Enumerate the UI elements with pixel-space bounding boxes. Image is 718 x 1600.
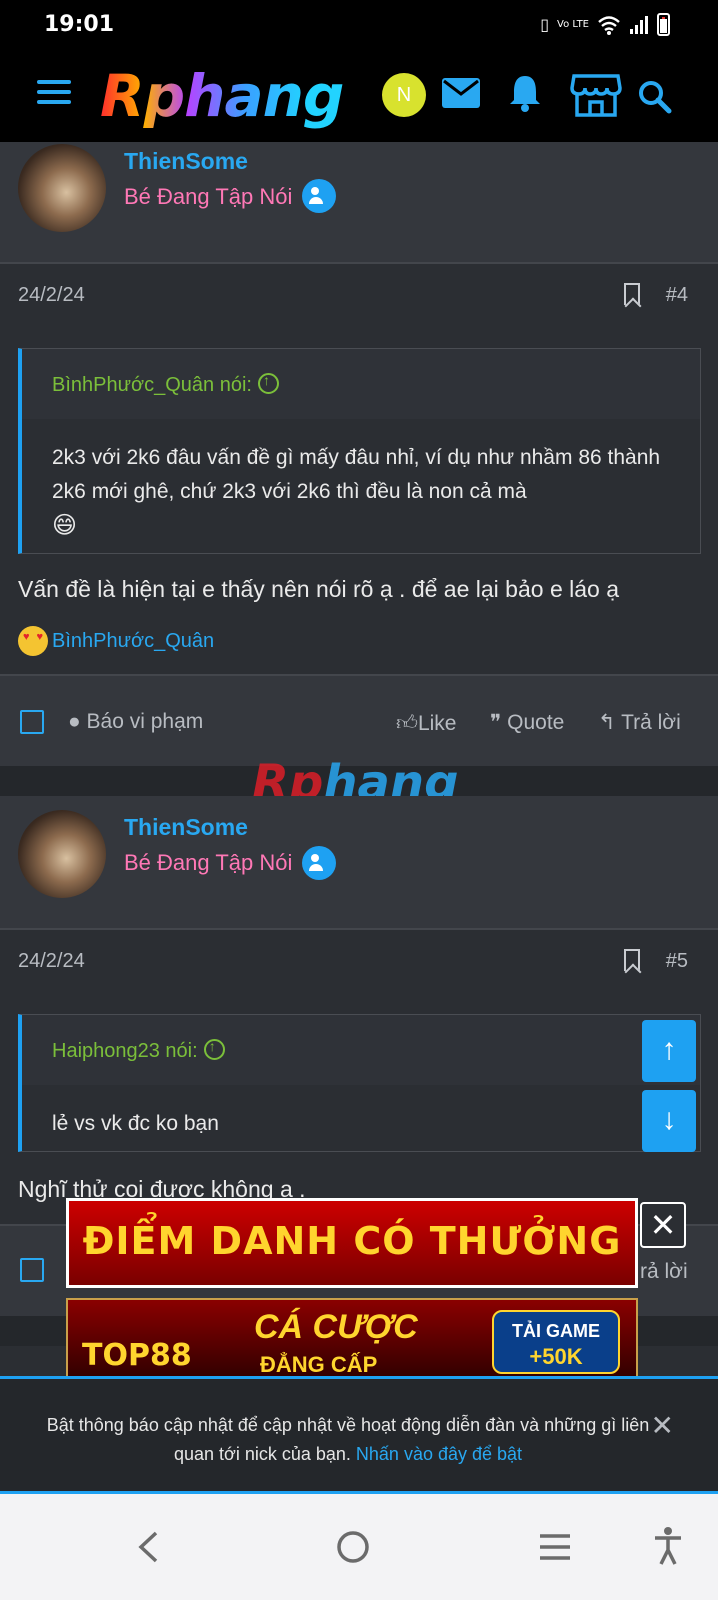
ad-brand: TOP88 bbox=[82, 1338, 192, 1373]
enable-notifications-link[interactable]: Nhấn vào đây để bật bbox=[356, 1444, 522, 1464]
store-icon[interactable] bbox=[570, 72, 622, 118]
thumbs-up-icon: 👍︎ bbox=[396, 712, 418, 735]
quote-block: BìnhPhước_Quân nói: 2k3 với 2k6 đâu vấn … bbox=[18, 348, 701, 554]
ad-cta-line1: TẢI GAME bbox=[512, 1321, 600, 1341]
post-author-block: ThienSome Bé Đang Tập Nói bbox=[0, 796, 718, 928]
status-bar: 19:01 ▯ Vo LTE bbox=[0, 0, 718, 50]
go-to-quote-icon[interactable] bbox=[203, 1038, 225, 1060]
bookmark-icon[interactable] bbox=[624, 949, 640, 971]
divider bbox=[0, 262, 718, 264]
ad-banner-top88[interactable]: TOP88 CÁ CƯỢC ĐẲNG CẤP TẢI GAME +50K bbox=[66, 1298, 638, 1378]
user-avatar-button[interactable]: N bbox=[382, 73, 426, 117]
select-post-checkbox[interactable] bbox=[20, 1258, 44, 1282]
post-author-avatar[interactable] bbox=[18, 144, 106, 232]
post-date[interactable]: 24/2/24 bbox=[18, 284, 85, 307]
scroll-down-button[interactable]: ↓ bbox=[642, 1090, 696, 1152]
push-notification-prompt: Bật thông báo cập nhật để cập nhật về ho… bbox=[0, 1376, 718, 1494]
bell-icon[interactable] bbox=[508, 74, 542, 112]
verified-user-icon bbox=[302, 179, 336, 213]
wifi-icon bbox=[598, 15, 620, 35]
report-label: Báo vi phạm bbox=[86, 710, 204, 733]
post-author-title: Bé Đang Tập Nói bbox=[124, 850, 293, 875]
quote-author[interactable]: Haiphong23 nói: bbox=[52, 1040, 198, 1062]
reply-label: Trả lời bbox=[621, 711, 681, 734]
scroll-up-button[interactable]: ↑ bbox=[642, 1020, 696, 1082]
heart-eyes-emoji-icon bbox=[18, 626, 48, 656]
post-author-name[interactable]: ThienSome bbox=[124, 814, 248, 841]
reply-icon: ↰ bbox=[598, 711, 616, 734]
ad-banner-checkin-text: ĐIỂM DANH CÓ THƯỞNG bbox=[82, 1219, 622, 1263]
status-icons: ▯ Vo LTE bbox=[540, 13, 670, 36]
ad-close-button[interactable]: ✕ bbox=[640, 1202, 686, 1248]
battery-icon bbox=[657, 13, 670, 36]
quote-icon: ❞ bbox=[490, 711, 502, 734]
quote-label: Quote bbox=[507, 711, 565, 734]
quote-author[interactable]: BìnhPhước_Quân nói: bbox=[52, 374, 252, 396]
reaction-user[interactable]: BìnhPhước_Quân bbox=[52, 630, 214, 653]
accessibility-icon[interactable] bbox=[652, 1526, 684, 1566]
close-icon[interactable]: ✕ bbox=[651, 1409, 674, 1442]
clock: 19:01 bbox=[44, 12, 115, 37]
ad-cta-line2: +50K bbox=[529, 1344, 583, 1369]
volte-icon: Vo LTE bbox=[557, 18, 589, 30]
reply-button[interactable]: rả lời bbox=[640, 1260, 688, 1284]
ad-cta: TẢI GAME +50K bbox=[492, 1310, 620, 1374]
post-message: Vấn đề là hiện tại e thấy nên nói rõ ạ .… bbox=[18, 576, 619, 602]
quote-text: 2k3 với 2k6 đâu vấn đề gì mấy đâu nhỉ, v… bbox=[52, 446, 661, 503]
post-number[interactable]: #5 bbox=[666, 950, 688, 973]
report-button[interactable]: ● Báo vi phạm bbox=[68, 710, 203, 734]
bookmark-icon[interactable] bbox=[624, 283, 640, 305]
laughing-emoji-icon: 😄 bbox=[52, 512, 78, 539]
cell-signal-icon bbox=[630, 15, 648, 34]
ad-banner-checkin[interactable]: ĐIỂM DANH CÓ THƯỞNG bbox=[66, 1198, 638, 1288]
system-navigation-bar bbox=[0, 1494, 718, 1600]
like-label: Like bbox=[417, 712, 457, 735]
quote-header[interactable]: BìnhPhước_Quân nói: bbox=[22, 349, 700, 419]
back-icon[interactable] bbox=[136, 1530, 160, 1564]
quote-block: Haiphong23 nói: lẻ vs vk đc ko bạn bbox=[18, 1014, 701, 1152]
post-action-bar: ● Báo vi phạm 👍︎Like ❞ Quote ↰ Trả lời bbox=[0, 674, 718, 766]
quote-body: lẻ vs vk đc ko bạn bbox=[22, 1085, 700, 1163]
notification-message: Bật thông báo cập nhật để cập nhật về ho… bbox=[38, 1411, 658, 1469]
menu-icon[interactable] bbox=[37, 80, 71, 108]
select-post-checkbox[interactable] bbox=[20, 710, 44, 734]
post-number[interactable]: #4 bbox=[666, 284, 688, 307]
quote-button[interactable]: ❞ Quote bbox=[490, 710, 564, 735]
quote-body: 2k3 với 2k6 đâu vấn đề gì mấy đâu nhỉ, v… bbox=[22, 419, 700, 566]
post-author-title: Bé Đang Tập Nói bbox=[124, 184, 293, 209]
post-author-block: ThienSome Bé Đang Tập Nói bbox=[0, 142, 718, 262]
quote-text: lẻ vs vk đc ko bạn bbox=[52, 1112, 219, 1135]
verified-user-icon bbox=[302, 846, 336, 880]
vibrate-icon: ▯ bbox=[540, 15, 550, 34]
quote-header[interactable]: Haiphong23 nói: bbox=[22, 1015, 700, 1085]
home-icon[interactable] bbox=[336, 1530, 370, 1564]
recent-apps-icon[interactable] bbox=[538, 1532, 572, 1562]
notification-text: Bật thông báo cập nhật để cập nhật về ho… bbox=[46, 1415, 650, 1464]
reply-button[interactable]: ↰ Trả lời bbox=[598, 710, 681, 735]
search-icon[interactable] bbox=[638, 80, 672, 114]
reaction-summary[interactable]: BìnhPhước_Quân bbox=[18, 626, 214, 656]
report-icon: ● bbox=[68, 710, 81, 733]
ad-headline: CÁ CƯỢC bbox=[254, 1308, 418, 1346]
post-date[interactable]: 24/2/24 bbox=[18, 950, 85, 973]
site-logo[interactable]: Rphang bbox=[100, 62, 344, 130]
post-author-avatar[interactable] bbox=[18, 810, 106, 898]
go-to-quote-icon[interactable] bbox=[257, 372, 279, 394]
like-button[interactable]: 👍︎Like bbox=[396, 710, 456, 736]
mail-icon[interactable] bbox=[442, 78, 480, 108]
divider bbox=[0, 928, 718, 930]
app-header: Rphang N bbox=[0, 50, 718, 142]
post-author-name[interactable]: ThienSome bbox=[124, 148, 248, 175]
ad-subheadline: ĐẲNG CẤP bbox=[260, 1352, 378, 1377]
